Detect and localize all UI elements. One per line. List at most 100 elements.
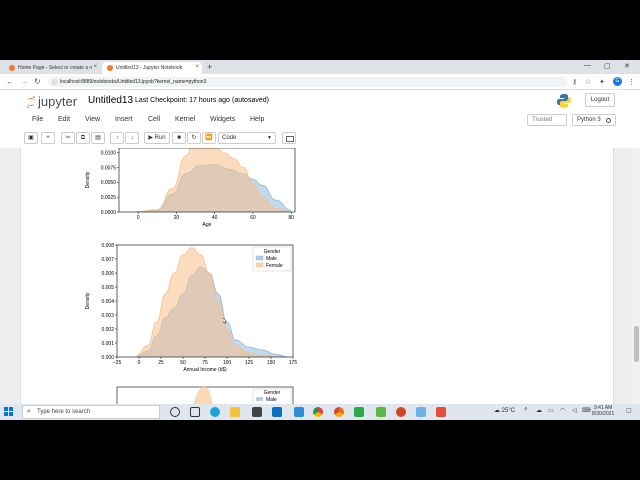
plot-area [134,148,292,212]
menu-view[interactable]: View [85,116,100,123]
menu-file[interactable]: File [32,116,43,123]
browser-tabstrip: Home Page - Select or create a n × Untit… [0,60,640,74]
x-tick-label: 0 [138,360,141,366]
minimize-icon[interactable]: — [584,62,591,69]
x-tick-label: 150 [267,360,276,366]
run-button[interactable]: ▶ Run [144,132,170,144]
kde-plot-income: −25 0 25 50 75 100 125 150 175 0.000 0.001 0.002 0.0… [85,243,298,373]
info-icon: ⓘ [52,80,58,86]
kde-fill-female [134,148,292,212]
camtasia-icon[interactable] [354,407,364,417]
notifications-icon[interactable]: ▢ [626,407,632,414]
forward-icon[interactable]: → [20,77,28,86]
browser-tab-notebook[interactable]: Untitled13 - Jupyter Notebook × [102,62,202,74]
legend-label: Male [266,256,277,262]
restart-run-all-icon[interactable]: ⏩ [202,132,216,144]
taskbar-clock[interactable]: 9:41 AM 8/30/2021 [592,405,614,417]
logout-button[interactable]: Logout [585,93,615,107]
legend-label: Female [266,263,283,269]
legend-title: Gender [264,390,281,396]
notebook-name[interactable]: Untitled13 [88,95,133,106]
y-axis-label: Density [85,292,91,309]
notebook-toolbar: ▣ + ✂ ⧉ ▤ ↑ ↓ ▶ Run ■ ↻ ⏩ Code ▼ [24,132,624,146]
battery-icon[interactable]: ▭ [548,407,554,414]
back-icon[interactable]: ← [6,77,14,86]
menu-insert[interactable]: Insert [115,116,133,123]
windows-start-icon[interactable] [4,407,14,417]
star-icon[interactable]: ☆ [585,78,591,86]
copy-icon[interactable]: ⧉ [76,132,90,144]
volume-icon[interactable]: ◁ [572,407,577,414]
scrollbar-thumb[interactable] [634,326,639,362]
taskbar-search-input[interactable]: ⌕ Type here to search [22,405,160,419]
cell-type-select[interactable]: Code ▼ [218,132,276,144]
menu-kernel[interactable]: Kernel [175,116,195,123]
new-tab-button[interactable]: + [207,62,212,72]
cut-icon[interactable]: ✂ [61,132,75,144]
trusted-indicator[interactable]: Trusted [527,114,567,126]
y-tick-label: 0.004 [101,299,114,305]
chrome-canary-icon[interactable] [334,407,344,417]
menu-edit[interactable]: Edit [58,116,70,123]
x-tick-label: 60 [250,215,256,221]
x-tick-label: 175 [289,360,298,366]
screen: Home Page - Select or create a n × Untit… [0,60,640,420]
image-viewer-icon[interactable] [416,407,426,417]
mail-icon[interactable] [272,407,282,417]
task-view-icon[interactable] [190,407,200,417]
close-tab-icon[interactable]: × [195,64,199,70]
chevron-down-icon: ▼ [267,135,272,141]
save-icon[interactable]: ▣ [24,132,38,144]
onedrive-icon[interactable]: ☁ [536,407,542,414]
kernel-idle-icon [606,118,611,123]
x-axis-label: Annual Income (k$) [183,367,227,373]
restart-icon[interactable]: ↻ [187,132,201,144]
language-icon[interactable]: ⌨ [582,407,591,414]
network-icon[interactable]: ◠ [560,407,565,414]
maximize-icon[interactable]: ▢ [604,62,611,70]
x-tick-label: 50 [180,360,186,366]
search-icon: ⌕ [27,408,31,415]
file-explorer-icon[interactable] [230,407,240,417]
y-tick-label: 0.0000 [101,210,117,216]
url-input[interactable]: ⓘ localhost:8889/notebooks/Untitled13.ip… [48,77,568,87]
y-tick-label: 0.0075 [101,165,117,171]
profile-avatar[interactable]: G [613,77,622,86]
cortana-icon[interactable] [170,407,180,417]
app-icon-green[interactable] [376,407,386,417]
python-logo-icon [557,94,571,108]
close-tab-icon[interactable]: × [93,64,97,70]
menu-icon[interactable]: ⋮ [628,78,635,86]
legend-swatch-male [255,255,264,261]
store-icon[interactable] [252,407,262,417]
weather-widget[interactable]: ☁ 25°C [494,407,515,414]
notebook-page: 0 20 40 60 80 0.0000 0.0025 0.0050 0.0075 0.0100 A… [20,148,614,404]
jupyter-favicon-icon [107,65,113,71]
url-text: localhost:8889/notebooks/Untitled13.ipyn… [60,79,207,85]
menu-help[interactable]: Help [250,116,264,123]
key-icon[interactable]: ⚷ [572,78,577,86]
keyboard-icon[interactable] [282,132,296,144]
y-tick-label: 0.0100 [101,151,117,157]
chrome-icon[interactable] [313,407,323,417]
powerpoint-icon[interactable] [396,407,406,417]
tray-chevron-icon[interactable]: ˄ [524,407,528,413]
kernel-indicator[interactable]: Python 3 [572,114,616,126]
menu-widgets[interactable]: Widgets [210,116,235,123]
page-scrollbar[interactable] [632,148,640,404]
move-up-icon[interactable]: ↑ [110,132,124,144]
photos-icon[interactable] [294,407,304,417]
extensions-icon[interactable]: ✦ [599,78,605,86]
paste-icon[interactable]: ▤ [91,132,105,144]
stop-icon[interactable]: ■ [172,132,186,144]
y-axis-label: Density [85,171,91,188]
sticky-app-icon[interactable] [436,407,446,417]
insert-cell-icon[interactable]: + [41,132,55,144]
reload-icon[interactable]: ↻ [34,77,41,86]
browser-tab-home[interactable]: Home Page - Select or create a n × [4,62,100,74]
jupyter-logo[interactable]: jupyter [24,93,84,109]
close-window-icon[interactable]: ✕ [624,62,630,70]
edge-icon[interactable] [210,407,220,417]
move-down-icon[interactable]: ↓ [125,132,139,144]
menu-cell[interactable]: Cell [148,116,160,123]
